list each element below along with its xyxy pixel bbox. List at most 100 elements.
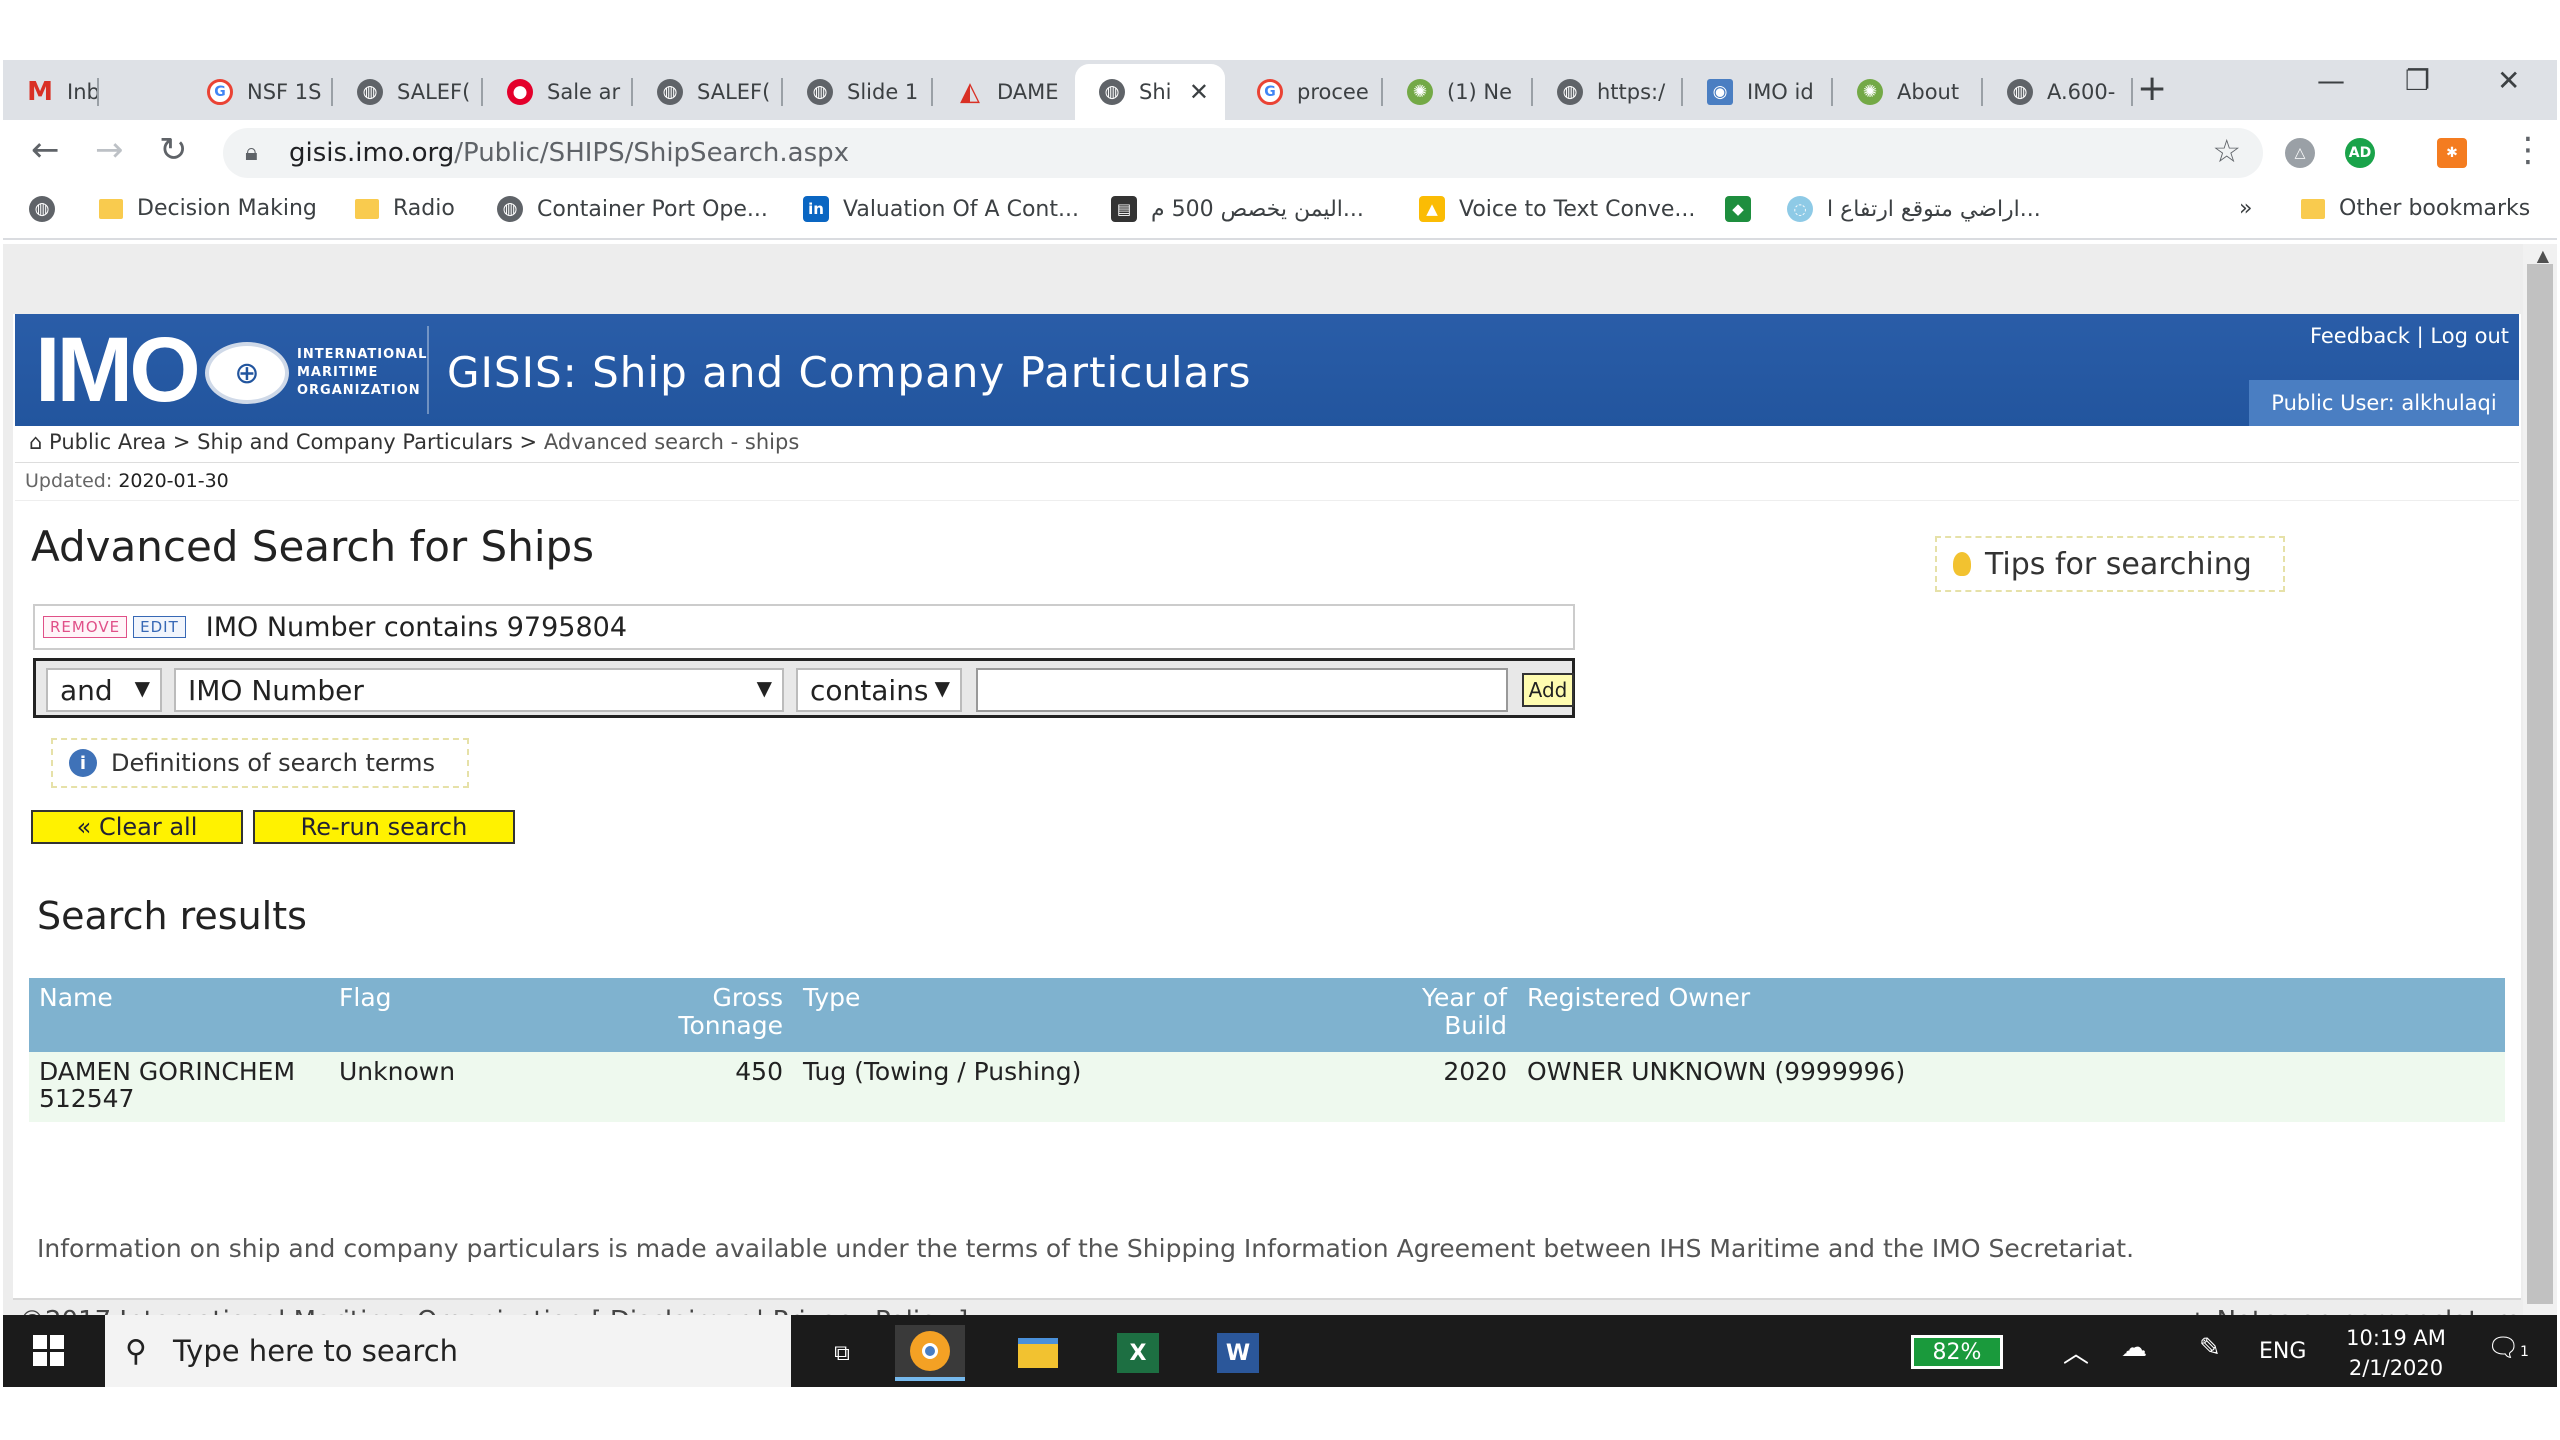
file-explorer-icon[interactable] [1003, 1325, 1073, 1381]
tab-ship-search[interactable]: ◍ Shi ✕ [1075, 64, 1225, 120]
taskbar-search-box[interactable]: ⚲ Type here to search [105, 1315, 791, 1387]
tab-ne[interactable]: ✺ (1) Ne [1383, 64, 1533, 120]
bookmark-news-arabic[interactable]: ▤ اليمن يخصص 500 م... [1111, 196, 1364, 222]
close-icon[interactable]: ✕ [1189, 78, 1209, 106]
app-title: GISIS: Ship and Company Particulars [447, 348, 1252, 397]
add-criterion-button[interactable]: Add [1522, 673, 1574, 707]
tab-nsf[interactable]: G NSF 1S [183, 64, 333, 120]
restore-icon[interactable]: ❐ [2405, 64, 2430, 97]
tips-for-searching-link[interactable]: Tips for searching [1935, 536, 2285, 592]
ship-name-line2[interactable]: 512547 [39, 1084, 134, 1113]
google-icon: G [207, 79, 233, 105]
tab-salef-1[interactable]: ◍ SALEF( [333, 64, 483, 120]
ship-name[interactable]: DAMEN GORINCHEM [39, 1057, 295, 1086]
updated-label: Updated: [25, 470, 113, 492]
bookmark-app[interactable]: ◆ [1725, 196, 1751, 222]
col-type[interactable]: Type [793, 978, 1203, 1052]
imo-logo[interactable]: IMO ⊕ INTERNATIONAL MARITIME ORGANIZATIO… [35, 320, 435, 420]
tab-inbox[interactable]: M Inbox ( [3, 64, 99, 120]
close-window-icon[interactable]: ✕ [2497, 64, 2520, 97]
notifications-icon[interactable]: 🗨︎1 [2487, 1333, 2529, 1363]
search-value-input[interactable] [976, 668, 1508, 712]
windows-start-icon[interactable] [33, 1335, 65, 1367]
vertical-scrollbar[interactable]: ▲ ▼ [2523, 244, 2557, 1374]
rerun-search-button[interactable]: Re-run search [253, 810, 515, 844]
tab-sale[interactable]: ● Sale ar [483, 64, 633, 120]
tab-imo-id[interactable]: ◉ IMO id [1683, 64, 1833, 120]
word-icon[interactable]: W [1203, 1325, 1273, 1381]
edit-criterion-button[interactable]: EDIT [133, 616, 186, 638]
tab-label: About [1897, 80, 1960, 104]
col-gross-tonnage[interactable]: Gross Tonnage [511, 978, 793, 1052]
breadcrumb-section[interactable]: Ship and Company Particulars [197, 430, 513, 454]
remove-criterion-button[interactable]: REMOVE [43, 616, 128, 638]
table-row[interactable]: DAMEN GORINCHEM 512547 Unknown 450 Tug (T… [29, 1052, 2505, 1122]
bookmark-decision-making[interactable]: Decision Making [99, 196, 317, 221]
tab-label: SALEF( [697, 80, 771, 104]
tab-https[interactable]: ◍ https:/ [1533, 64, 1683, 120]
other-bookmarks[interactable]: Other bookmarks [2301, 196, 2530, 221]
conjunction-select[interactable]: and ▼ [46, 668, 162, 712]
drive-extension-icon[interactable]: △ [2285, 138, 2315, 168]
chrome-taskbar-icon[interactable] [895, 1325, 965, 1381]
forward-arrow-icon[interactable]: → [95, 130, 124, 170]
col-year-of-build[interactable]: Year of Build [1203, 978, 1517, 1052]
drive-icon: ▲ [1419, 196, 1445, 222]
bookmark-radio[interactable]: Radio [355, 196, 455, 221]
tab-slide[interactable]: ◍ Slide 1 [783, 64, 933, 120]
reload-icon[interactable]: ↻ [159, 130, 188, 170]
profile-initials: AD [2348, 145, 2372, 161]
extension-icon[interactable]: ✱ [2437, 138, 2467, 168]
new-tab-button[interactable]: + [2137, 68, 2167, 109]
bookmarks-overflow[interactable]: » [2239, 196, 2252, 221]
tab-strip: M Inbox ( G NSF 1S ◍ SALEF( ● Sale ar ◍ … [3, 60, 2557, 120]
tab-proceed[interactable]: G procee [1233, 64, 1383, 120]
bookmark-valuation[interactable]: in Valuation Of A Cont... [803, 196, 1079, 222]
feedback-link[interactable]: Feedback [2310, 324, 2410, 348]
menu-kebab-icon[interactable]: ⋮ [2511, 130, 2545, 170]
excel-icon[interactable]: X [1103, 1325, 1173, 1381]
language-indicator[interactable]: ENG [2259, 1339, 2306, 1364]
col-name-label: Name [39, 983, 113, 1012]
tab-damen[interactable]: ◭ DAME [933, 64, 1083, 120]
bookmark-label: Other bookmarks [2339, 196, 2531, 221]
task-view-icon[interactable]: ⧉ [807, 1325, 877, 1381]
pen-icon[interactable]: ✎ [2199, 1333, 2221, 1363]
bookmark-container-port[interactable]: ◍ Container Port Ope... [497, 196, 768, 222]
bookmark-star-icon[interactable]: ☆ [2212, 132, 2241, 170]
col-name[interactable]: Name [29, 978, 329, 1052]
profile-avatar[interactable]: AD [2345, 138, 2375, 168]
taskbar-clock[interactable]: 10:19 AM 2/1/2020 [2331, 1323, 2461, 1383]
back-arrow-icon[interactable]: ← [31, 130, 60, 170]
bookmark-land-arabic[interactable]: ◌ اراضي متوقع ارتفاع ا... [1787, 196, 2041, 222]
show-hidden-icons-chevron-icon[interactable]: ︿ [2063, 1333, 2089, 1370]
criterion-text: IMO Number contains 9795804 [205, 611, 628, 643]
operator-select[interactable]: contains ▼ [796, 668, 962, 712]
bookmark-apps[interactable]: ◍ [29, 196, 55, 222]
url-text[interactable]: gisis.imo.org/Public/SHIPS/ShipSearch.as… [289, 138, 849, 168]
col-registered-owner[interactable]: Registered Owner [1517, 978, 2505, 1052]
field-select[interactable]: IMO Number ▼ [174, 668, 784, 712]
tab-about[interactable]: ✺ About [1833, 64, 1983, 120]
battery-indicator[interactable]: 82% [1911, 1335, 2003, 1369]
clear-all-button[interactable]: « Clear all [31, 810, 243, 844]
tab-a600[interactable]: ◍ A.600- [1983, 64, 2133, 120]
breadcrumb-sep: > [172, 430, 191, 454]
definitions-link[interactable]: i Definitions of search terms [51, 738, 469, 788]
cell-name[interactable]: DAMEN GORINCHEM 512547 [29, 1052, 329, 1122]
results-table: Name Flag Gross Tonnage Type Year of Build… [29, 978, 2505, 1122]
col-flag[interactable]: Flag [329, 978, 511, 1052]
gmail-icon: M [27, 77, 53, 107]
address-bar[interactable]: 🔒︎ gisis.imo.org/Public/SHIPS/ShipSearch… [223, 128, 2263, 178]
bookmark-voice-to-text[interactable]: ▲ Voice to Text Conve... [1419, 196, 1695, 222]
logout-link[interactable]: Log out [2430, 324, 2509, 348]
onedrive-cloud-icon[interactable]: ☁ [2121, 1333, 2147, 1363]
divider [15, 462, 2519, 463]
linkedin-icon: in [803, 196, 829, 222]
tab-salef-2[interactable]: ◍ SALEF( [633, 64, 783, 120]
globe-icon: ◍ [2007, 79, 2033, 105]
scrollbar-thumb[interactable] [2527, 264, 2553, 1304]
scroll-up-icon[interactable]: ▲ [2537, 246, 2549, 265]
breadcrumb-home[interactable]: Public Area [49, 430, 166, 454]
minimize-icon[interactable]: — [2317, 64, 2345, 97]
